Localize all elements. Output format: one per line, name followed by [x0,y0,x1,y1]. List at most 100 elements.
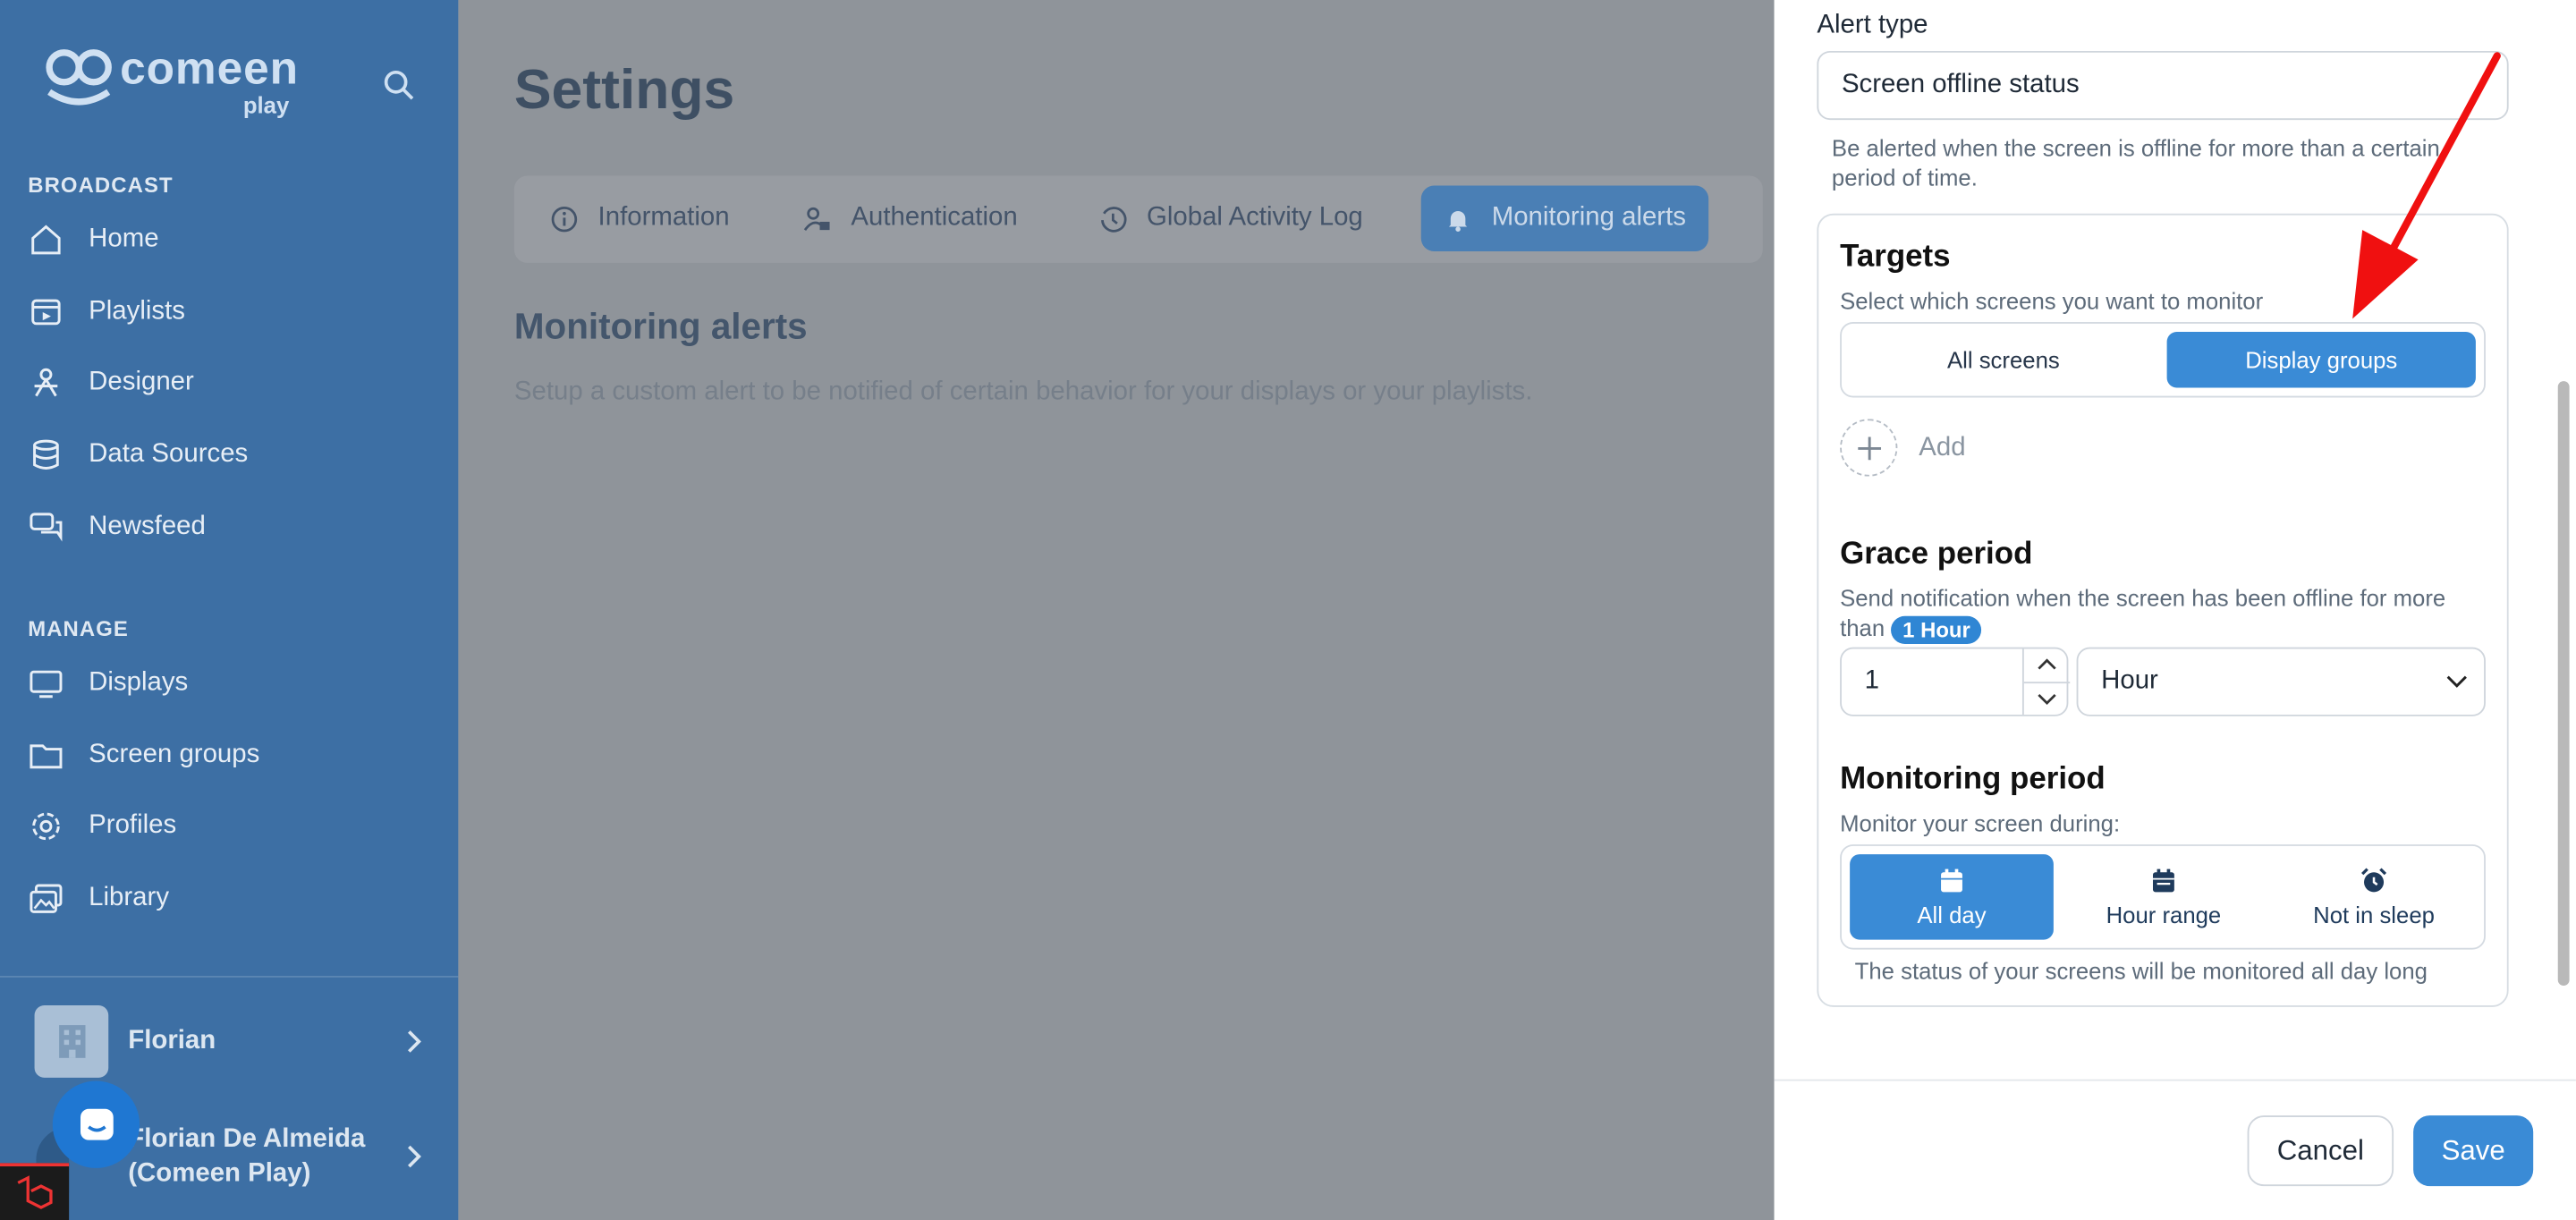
home-icon [31,225,61,255]
tab-information[interactable]: Information [528,186,753,251]
grace-period-title: Grace period [1840,537,2033,572]
stepper-divider [2023,682,2071,684]
user-name[interactable]: Florian De Almeida (Comeen Play) [128,1122,365,1190]
tab-label: Monitoring alerts [1491,203,1686,232]
sidebar-item-label: Screen groups [89,741,260,769]
option-label: Not in sleep [2313,901,2435,928]
manage-heading: MANAGE [28,615,129,641]
plus-icon [1857,436,1881,460]
broadcast-heading: BROADCAST [28,172,174,198]
sidebar-item-playlists[interactable]: Playlists [28,294,185,330]
grace-unit-value: Hour [2101,666,2158,695]
gear-icon [32,812,60,841]
logo-mark-icon [43,46,115,111]
tab-monitoring-alerts[interactable]: Monitoring alerts [1420,185,1709,252]
folder-icon [30,744,63,769]
sidebar-item-profiles[interactable]: Profiles [28,809,176,844]
section-description: Setup a custom alert to be notified of c… [513,377,1533,406]
cancel-button[interactable]: Cancel [2247,1115,2394,1187]
info-icon [551,206,578,232]
monitoring-status-text: The status of your screens will be monit… [1854,957,2428,985]
monitoring-period-help: Monitor your screen during: [1840,809,2121,836]
sidebar-item-label: Profiles [89,811,177,840]
history-icon [1101,206,1127,232]
grace-value: 1 [1864,666,1880,695]
sidebar-item-home[interactable]: Home [28,222,159,258]
organization-avatar[interactable] [34,1005,109,1078]
number-stepper[interactable] [2021,648,2071,715]
sidebar-item-label: Library [89,884,170,912]
tab-label: Information [597,203,730,232]
sidebar-item-screen-groups[interactable]: Screen groups [28,738,259,774]
building-icon [58,1025,85,1058]
designer-icon [34,368,58,397]
monitoring-period-title: Monitoring period [1840,762,2106,797]
drawer-scrollbar[interactable] [2557,381,2570,987]
user-name-line1: Florian De Almeida [128,1125,366,1154]
all-screens-option[interactable]: All screens [1850,332,2157,387]
user-lock-icon [803,206,830,231]
annotation-arrow [2352,52,2501,319]
targets-title: Targets [1840,240,1951,275]
chevron-right-icon[interactable] [406,1145,422,1168]
sidebar: comeen play BROADCAST Home Playlists Des… [0,0,459,1220]
chevron-down-icon [2446,675,2467,688]
add-target-label[interactable]: Add [1919,434,1965,463]
chat-bubble-icon [80,1107,113,1140]
targets-help: Select which screens you want to monitor [1840,287,2264,314]
save-button[interactable]: Save [2413,1115,2534,1187]
organization-name[interactable]: Florian [128,1027,216,1056]
grace-unit-select[interactable]: Hour [2076,647,2486,716]
sidebar-divider [0,975,459,978]
calendar-icon [1941,868,1962,892]
main-content: Settings Information Authentication Glob… [458,0,1775,1220]
chevron-down-icon[interactable] [2038,693,2057,707]
page-title: Settings [513,59,735,122]
tab-authentication[interactable]: Authentication [780,186,1040,251]
alarm-icon [2361,867,2387,892]
option-label: All day [1917,901,1987,928]
sidebar-item-label: Data Sources [89,440,249,469]
debug-bar-icon[interactable] [0,1163,70,1220]
chevron-right-icon[interactable] [406,1030,422,1054]
chat-icon [30,513,63,542]
brand-name: comeen [120,42,299,94]
hour-range-option[interactable]: Hour range [2062,854,2266,940]
sidebar-item-designer[interactable]: Designer [28,365,194,401]
tab-global-activity-log[interactable]: Global Activity Log [1076,186,1385,251]
grace-period-help: Send notification when the screen has be… [1840,583,2472,644]
monitor-icon [30,670,63,699]
sidebar-item-label: Newsfeed [89,513,206,541]
database-icon [33,439,59,470]
add-target-button[interactable] [1840,419,1898,477]
sidebar-item-label: Displays [89,668,189,697]
grace-value-input[interactable]: 1 [1840,647,2071,716]
option-label: Hour range [2106,901,2222,928]
user-name-line2: (Comeen Play) [128,1159,311,1188]
settings-tabs: Information Authentication Global Activi… [513,175,1763,263]
not-in-sleep-option[interactable]: Not in sleep [2272,854,2476,940]
sidebar-item-data-sources[interactable]: Data Sources [28,437,248,473]
alert-type-value: Screen offline status [1841,70,2080,99]
playlist-icon [31,299,61,326]
sidebar-item-library[interactable]: Library [28,880,169,916]
all-day-option[interactable]: All day [1850,854,2054,940]
grace-badge: 1 Hour [1891,615,1982,644]
sidebar-item-newsfeed[interactable]: Newsfeed [28,509,206,545]
display-groups-option[interactable]: Display groups [2166,332,2476,388]
targets-selector: All screens Display groups [1840,321,2486,398]
monitoring-period-selector: All day Hour range Not in sleep [1840,844,2486,950]
calendar-range-icon [2152,868,2174,892]
sidebar-item-label: Home [89,225,159,253]
tab-label: Global Activity Log [1147,203,1363,232]
sidebar-item-displays[interactable]: Displays [28,665,188,701]
search-icon[interactable] [383,69,416,102]
sidebar-item-label: Designer [89,368,194,396]
support-chat-button[interactable] [52,1080,140,1168]
sidebar-item-label: Playlists [89,297,185,326]
alert-type-label: Alert type [1817,11,1928,40]
bell-icon [1448,210,1468,232]
images-icon [30,884,63,913]
chevron-up-icon[interactable] [2038,657,2057,671]
drawer-footer-divider [1774,1079,2576,1081]
